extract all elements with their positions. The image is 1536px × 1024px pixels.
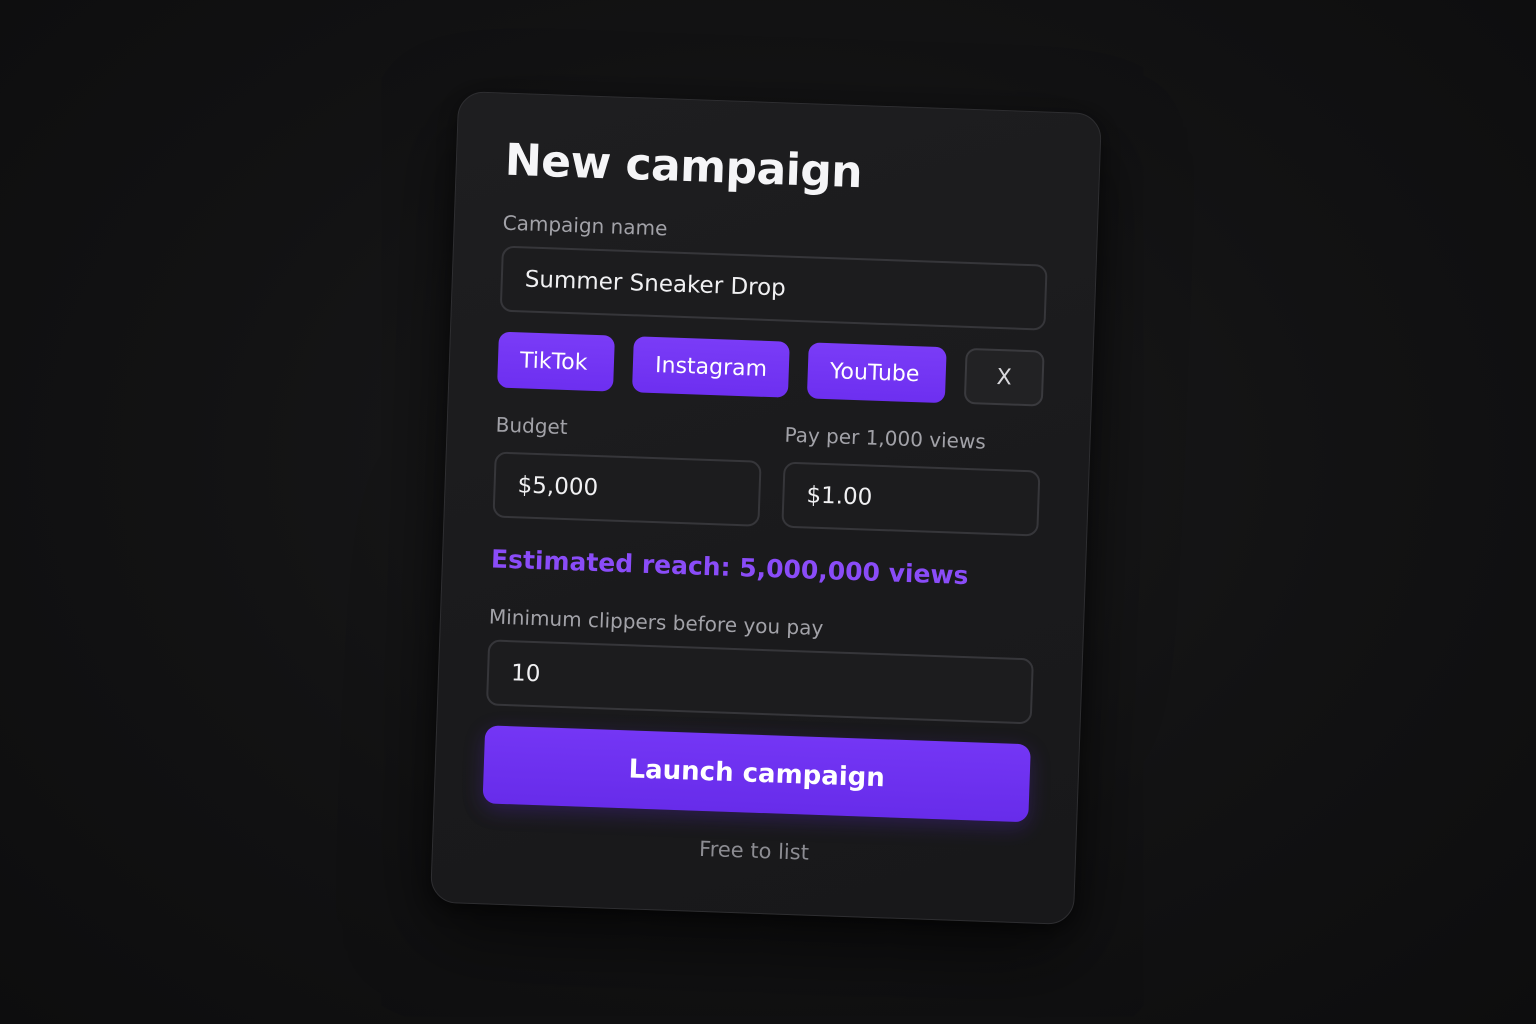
budget-label: Budget — [495, 412, 569, 440]
pay-rate-group: Pay per 1,000 views — [781, 422, 1042, 537]
campaign-name-input[interactable] — [499, 245, 1048, 331]
pay-rate-input[interactable] — [781, 461, 1041, 537]
platform-chip-youtube[interactable]: YouTube — [807, 342, 947, 404]
budget-rate-row: Budget Pay per 1,000 views — [492, 412, 1042, 537]
estimated-reach-text: Estimated reach: 5,000,000 views — [490, 544, 969, 591]
free-to-list-note: Free to list — [698, 836, 810, 865]
min-clippers-input[interactable] — [485, 639, 1034, 725]
launch-campaign-button[interactable]: Launch campaign — [482, 725, 1031, 823]
platform-selector: TikTok Instagram YouTube X — [497, 331, 1045, 407]
pay-rate-label: Pay per 1,000 views — [784, 422, 987, 454]
platform-chip-instagram[interactable]: Instagram — [632, 336, 790, 398]
page-background: New campaign Campaign name TikTok Instag… — [0, 0, 1536, 1024]
page-title: New campaign — [504, 134, 863, 199]
budget-input[interactable] — [492, 451, 762, 527]
platform-chip-tiktok[interactable]: TikTok — [497, 331, 616, 392]
budget-group: Budget — [492, 412, 764, 527]
platform-chip-x[interactable]: X — [963, 347, 1045, 407]
new-campaign-card: New campaign Campaign name TikTok Instag… — [430, 91, 1102, 925]
